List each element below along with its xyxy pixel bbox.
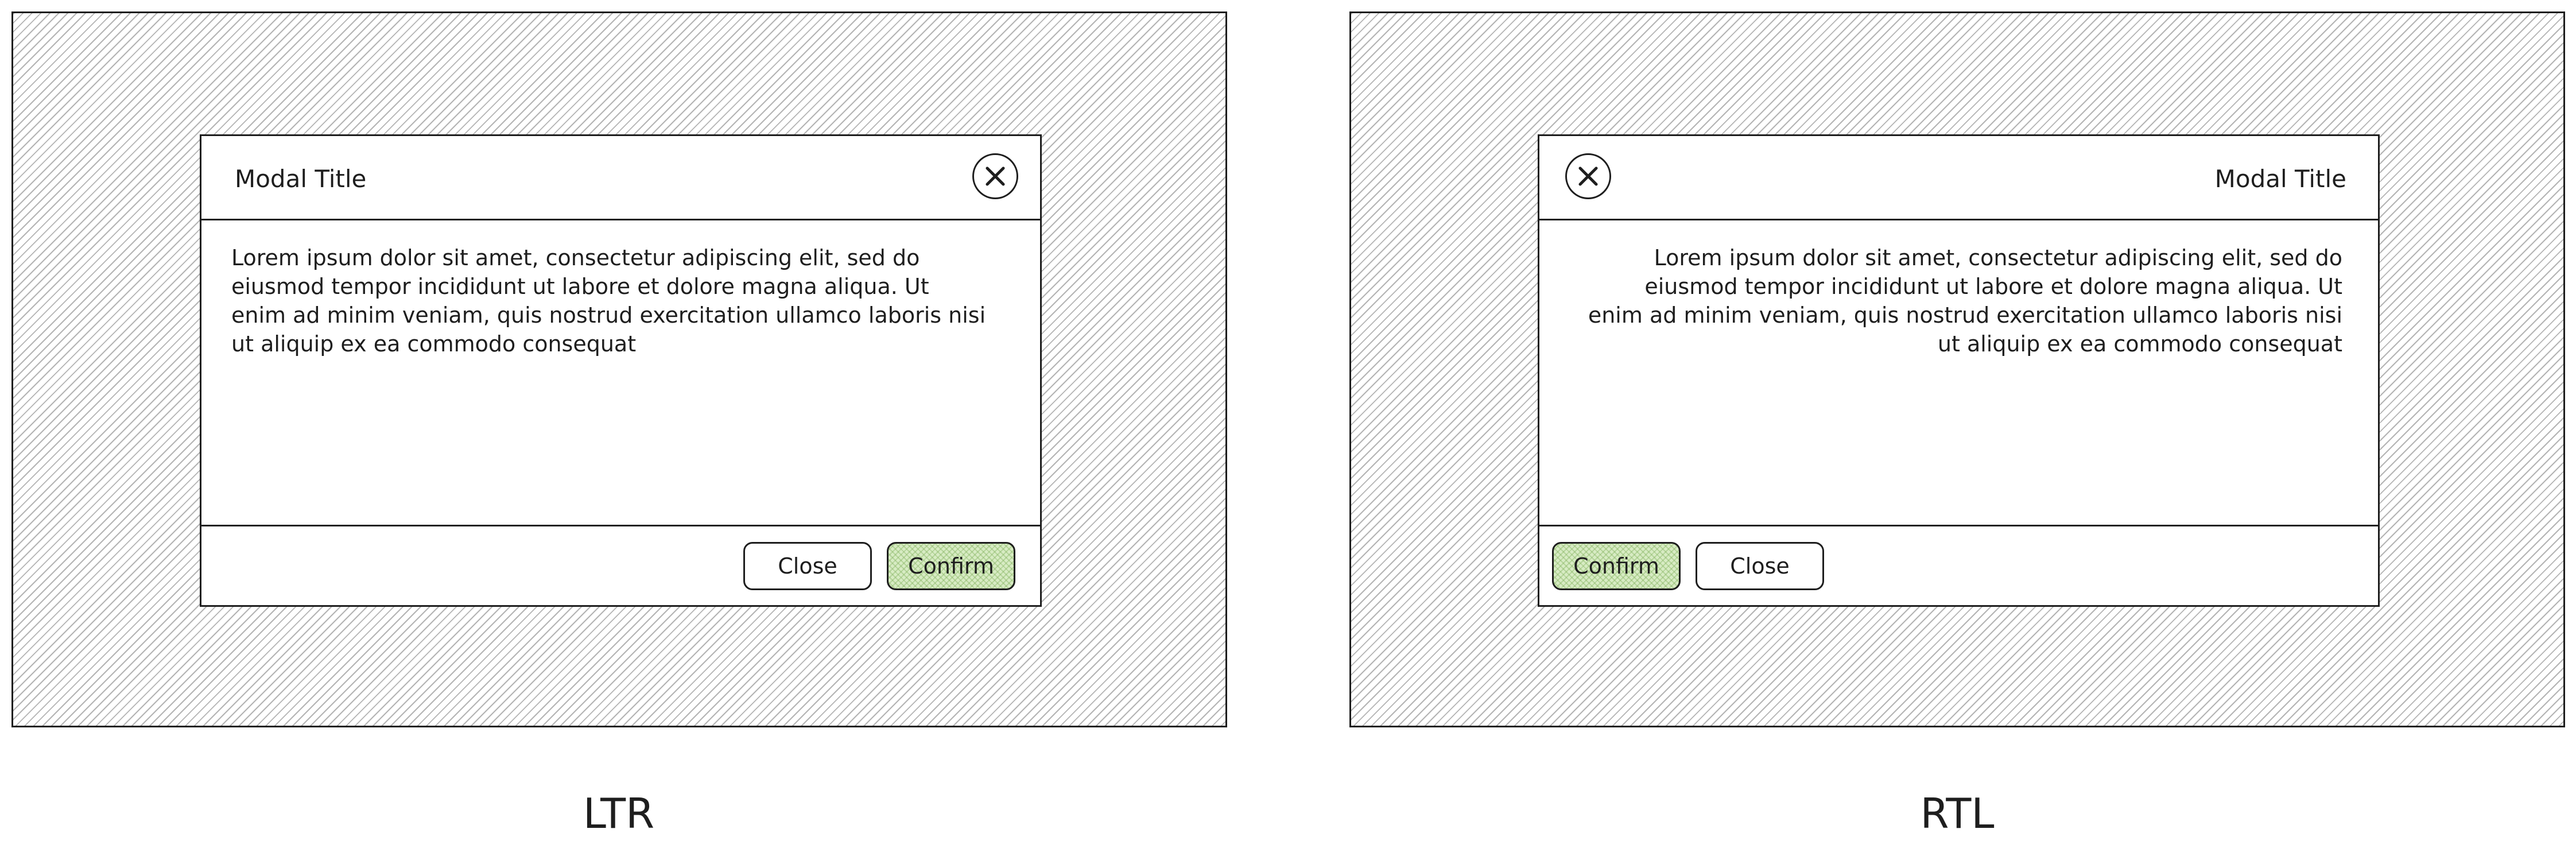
ltr-modal-header: Modal Title	[201, 136, 1040, 220]
rtl-modal-body: Lorem ipsum dolor sit amet, consectetur …	[1539, 220, 2378, 525]
ltr-modal-body-text: Lorem ipsum dolor sit amet, consectetur …	[231, 243, 989, 358]
rtl-modal-body-text: Lorem ipsum dolor sit amet, consectetur …	[1585, 243, 2342, 358]
ltr-close-icon[interactable]	[972, 153, 1018, 199]
ltr-close-button[interactable]: Close	[743, 542, 872, 590]
body-line: eiusmod tempor incididunt ut labore et d…	[1644, 274, 2342, 299]
body-line: ut aliquip ex ea commodo consequat	[231, 331, 637, 357]
ltr-caption: LTR	[583, 789, 655, 838]
rtl-modal-header: Modal Title	[1539, 136, 2378, 220]
rtl-caption: RTL	[1920, 789, 1995, 838]
body-line: ut aliquip ex ea commodo consequat	[1937, 331, 2342, 357]
body-line: enim ad minim veniam, quis nostrud exerc…	[231, 303, 986, 328]
body-line: enim ad minim veniam, quis nostrud exerc…	[1588, 303, 2342, 328]
ltr-modal-title: Modal Title	[235, 165, 367, 193]
rtl-close-icon[interactable]	[1565, 153, 1611, 199]
rtl-close-button[interactable]: Close	[1696, 542, 1824, 590]
rtl-modal: Modal Title Lorem ipsum dolor sit amet, …	[1538, 134, 2380, 607]
body-line: Lorem ipsum dolor sit amet, consectetur …	[1654, 245, 2342, 270]
ltr-modal-footer: Close Confirm	[201, 525, 1040, 605]
ltr-modal-body: Lorem ipsum dolor sit amet, consectetur …	[201, 220, 1040, 525]
rtl-confirm-button[interactable]: Confirm	[1552, 542, 1681, 590]
close-x-icon	[986, 166, 1005, 186]
body-line: Lorem ipsum dolor sit amet, consectetur …	[231, 245, 920, 270]
rtl-modal-footer: Confirm Close	[1539, 525, 2378, 605]
rtl-modal-title: Modal Title	[2214, 165, 2346, 193]
ltr-confirm-button[interactable]: Confirm	[887, 542, 1015, 590]
close-x-icon	[1578, 166, 1598, 186]
ltr-modal: Modal Title Lorem ipsum dolor sit amet, …	[200, 134, 1042, 607]
ltr-backdrop: Modal Title Lorem ipsum dolor sit amet, …	[11, 11, 1227, 727]
rtl-backdrop: Modal Title Lorem ipsum dolor sit amet, …	[1349, 11, 2565, 727]
body-line: eiusmod tempor incididunt ut labore et d…	[231, 274, 929, 299]
